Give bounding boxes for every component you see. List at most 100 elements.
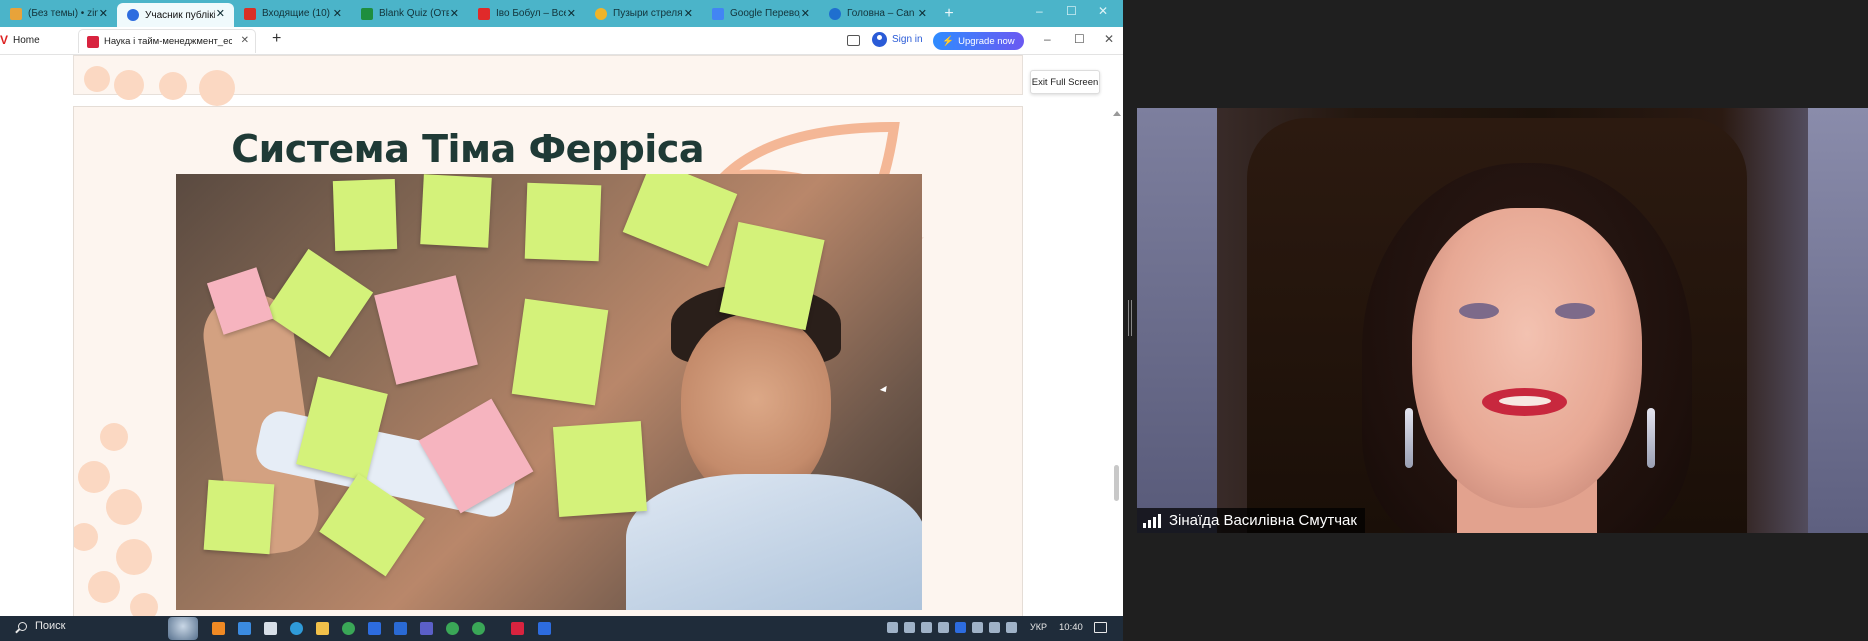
wifi-icon[interactable] <box>989 622 1000 633</box>
zoom-tray-icon[interactable] <box>955 622 966 633</box>
word-icon[interactable] <box>394 622 407 635</box>
close-icon[interactable]: ✕ <box>99 7 108 20</box>
app-logo-icon: V <box>0 33 9 47</box>
shared-screen: (Без темы) • zin ✕ Учасник публікі ✕ Вхо… <box>0 0 1123 641</box>
mail-icon <box>10 7 22 20</box>
windows-taskbar: Поиск УКР 10:40 <box>0 616 1123 641</box>
participant-video[interactable] <box>1137 108 1868 533</box>
tab-label: Пузыри стреля <box>613 8 683 19</box>
slide-title: Система Тіма Ферріса <box>231 127 704 171</box>
close-icon[interactable]: ✕ <box>450 7 459 20</box>
chrome-icon[interactable] <box>342 622 355 635</box>
document-tab[interactable]: Наука і тайм-менеджмент_ес ✕ <box>78 29 256 53</box>
browser-tab[interactable]: (Без темы) • zin ✕ <box>0 0 117 27</box>
mail-icon[interactable] <box>238 622 251 635</box>
store-icon[interactable] <box>264 622 277 635</box>
google-translate-icon <box>712 7 724 20</box>
youtube-icon <box>478 7 490 20</box>
browser-tab-active[interactable]: Учасник публікі ✕ <box>117 3 234 27</box>
edge-icon[interactable] <box>290 622 303 635</box>
participant-name: Зінаїда Василівна Смутчак <box>1169 512 1357 529</box>
exit-fullscreen-button[interactable]: Exit Full Screen <box>1030 70 1100 94</box>
close-icon[interactable]: ✕ <box>567 7 576 20</box>
sign-in-button[interactable]: Sign in <box>872 32 923 47</box>
sticky-note <box>203 479 275 555</box>
sticky-note <box>420 174 492 248</box>
video-wall <box>1137 108 1217 533</box>
close-icon[interactable]: ✕ <box>241 35 249 46</box>
tab-label: Учасник публікі <box>145 9 215 21</box>
tab-label: Іво Бобул – Все <box>496 8 566 19</box>
sticky-note <box>511 298 609 406</box>
home-button[interactable]: V Home <box>0 33 40 47</box>
scroll-up-icon[interactable] <box>1113 111 1121 116</box>
panel-splitter[interactable] <box>1128 300 1132 336</box>
document-tab-label: Наука і тайм-менеджмент_ес <box>104 36 232 47</box>
language-indicator[interactable]: УКР <box>1030 622 1047 632</box>
close-window-icon[interactable]: ✕ <box>1104 32 1114 46</box>
taskbar-widget-icon[interactable] <box>168 617 198 640</box>
add-document-button[interactable]: + <box>272 30 281 48</box>
upgrade-button[interactable]: ⚡ Upgrade now <box>933 32 1024 50</box>
current-slide: Система Тіма Ферріса <box>73 106 1023 625</box>
browser-tab[interactable]: Blank Quiz (Отв ✕ <box>351 0 468 27</box>
minimize-icon[interactable]: – <box>1044 32 1051 46</box>
participant-eye <box>1555 303 1595 319</box>
participant-face <box>1412 208 1642 508</box>
zoom-icon[interactable] <box>368 622 381 635</box>
app-icon[interactable] <box>212 622 225 635</box>
participant-teeth <box>1499 396 1551 406</box>
google-forms-icon <box>361 7 373 20</box>
new-tab-button[interactable]: + <box>936 0 962 27</box>
browser-tab-bar: (Без темы) • zin ✕ Учасник публікі ✕ Вхо… <box>0 0 1123 27</box>
close-icon[interactable]: ✕ <box>918 7 927 20</box>
sticky-note <box>552 421 648 517</box>
taskbar-clock[interactable]: 10:40 <box>1059 622 1083 633</box>
canva-icon <box>829 7 841 20</box>
taskbar-search-label: Поиск <box>35 620 66 632</box>
zoom-meeting-window: (Без темы) • zin ✕ Учасник публікі ✕ Вхо… <box>0 0 1868 641</box>
teams-icon[interactable] <box>420 622 433 635</box>
tray-app-icon[interactable] <box>972 622 983 633</box>
close-icon[interactable]: ✕ <box>333 7 342 20</box>
close-icon[interactable]: ✕ <box>216 7 225 20</box>
notifications-icon[interactable] <box>1094 622 1107 633</box>
maximize-icon[interactable]: ☐ <box>1066 4 1077 18</box>
volume-icon[interactable] <box>1006 622 1017 633</box>
video-wall <box>1808 108 1868 533</box>
reading-mode-icon[interactable] <box>847 35 860 46</box>
earring <box>1647 408 1655 468</box>
maximize-icon[interactable]: ☐ <box>1074 32 1085 46</box>
close-icon[interactable]: ✕ <box>801 7 810 20</box>
tray-app-icon[interactable] <box>938 622 949 633</box>
chrome-icon[interactable] <box>472 622 485 635</box>
slide-photo <box>176 174 922 610</box>
chrome-icon[interactable] <box>446 622 459 635</box>
network-icon[interactable] <box>921 622 932 633</box>
search-icon <box>18 621 27 631</box>
tray-app-icon[interactable] <box>904 622 915 633</box>
browser-tab[interactable]: Google Перевод ✕ <box>702 0 819 27</box>
gmail-icon <box>244 7 256 20</box>
close-window-icon[interactable]: ✕ <box>1098 4 1108 18</box>
folder-icon[interactable] <box>316 622 329 635</box>
zoom-meeting-icon[interactable] <box>538 622 551 635</box>
document-viewer[interactable]: Система Тіма Ферріса <box>0 55 1123 625</box>
browser-tab[interactable]: Іво Бобул – Все ✕ <box>468 0 585 27</box>
system-tray <box>887 622 1017 633</box>
taskbar-search[interactable]: Поиск <box>18 620 65 632</box>
browser-tab[interactable]: Пузыри стреля ✕ <box>585 0 702 27</box>
sign-in-label: Sign in <box>892 34 923 45</box>
mouse-cursor-icon <box>879 385 890 395</box>
browser-tab[interactable]: Входящие (10) ✕ <box>234 0 351 27</box>
tray-app-icon[interactable] <box>887 622 898 633</box>
sticky-note <box>332 178 398 252</box>
home-label: Home <box>13 34 40 46</box>
pdf-viewer-icon[interactable] <box>511 622 524 635</box>
browser-tab[interactable]: Головна – Can ✕ <box>819 0 936 27</box>
upgrade-label: Upgrade now <box>958 35 1015 47</box>
close-icon[interactable]: ✕ <box>684 7 693 20</box>
vertical-scrollbar[interactable] <box>1114 465 1119 501</box>
sticky-note <box>374 275 478 385</box>
minimize-icon[interactable]: – <box>1036 4 1043 18</box>
